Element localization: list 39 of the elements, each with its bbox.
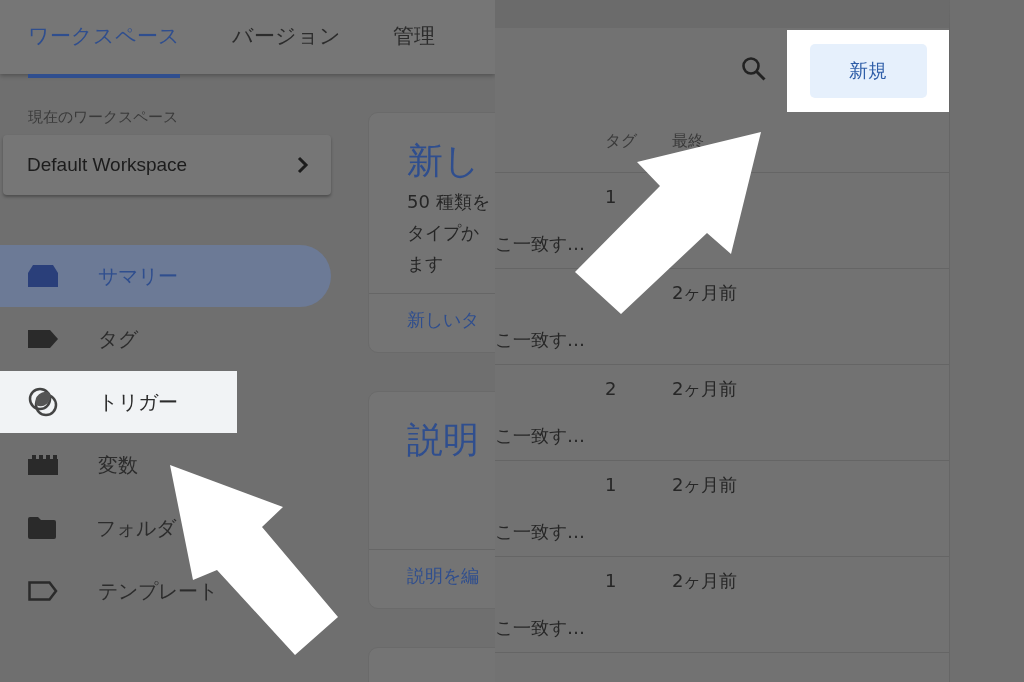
tag-count: 1 xyxy=(605,570,617,592)
overlapping-circles-icon xyxy=(28,387,58,417)
trigger-name: こ一致す… xyxy=(495,328,585,353)
workspace-selector[interactable]: Default Workspace xyxy=(3,135,331,195)
sidebar-item[interactable]: 変数 xyxy=(0,434,331,496)
sidebar-item[interactable]: タグ xyxy=(0,308,331,370)
tag-count: 2 xyxy=(605,378,617,400)
tab[interactable]: 管理 xyxy=(393,0,435,78)
tag-count: 1 xyxy=(605,474,617,496)
card-title: 説明 xyxy=(406,418,480,462)
label-icon xyxy=(28,330,58,348)
tab[interactable]: バージョン xyxy=(232,0,341,78)
chevron-right-icon xyxy=(297,156,309,174)
updated-cell: 2ヶ月前 xyxy=(672,376,738,401)
tray-icon xyxy=(28,265,58,287)
trigger-name: こ一致す… xyxy=(495,232,585,257)
card-title: 新し xyxy=(406,139,481,183)
search-icon[interactable] xyxy=(741,56,767,82)
card-text: ます xyxy=(406,252,444,276)
folder-icon xyxy=(28,517,56,539)
brick-icon xyxy=(28,455,58,475)
trigger-name: こ一致す… xyxy=(495,520,585,545)
trigger-name: こ一致す… xyxy=(495,424,585,449)
sidebar-item[interactable]: サマリー xyxy=(0,245,331,307)
updated-cell: 2ヶ月前 xyxy=(672,280,738,305)
tab[interactable]: ワークスペース xyxy=(28,0,180,78)
card-text: 50 種類を xyxy=(406,190,491,214)
new-button[interactable]: 新規 xyxy=(809,44,927,98)
updated-cell: 2ヶ月前 xyxy=(672,472,738,497)
sidebar-item[interactable]: テンプレート xyxy=(0,560,331,622)
workspace-name: Default Workspace xyxy=(27,154,188,176)
card-text: タイプか xyxy=(406,221,480,245)
label-outline-icon xyxy=(28,581,58,601)
column-header: 最終 xyxy=(672,130,704,152)
updated-cell: 2ヶ月前 xyxy=(672,568,738,593)
tag-count: 1 xyxy=(605,186,617,208)
trigger-name: こ一致す… xyxy=(495,616,585,641)
sidebar-item[interactable]: フォルダ xyxy=(0,497,331,559)
sidebar-item[interactable]: トリガー xyxy=(0,371,237,433)
